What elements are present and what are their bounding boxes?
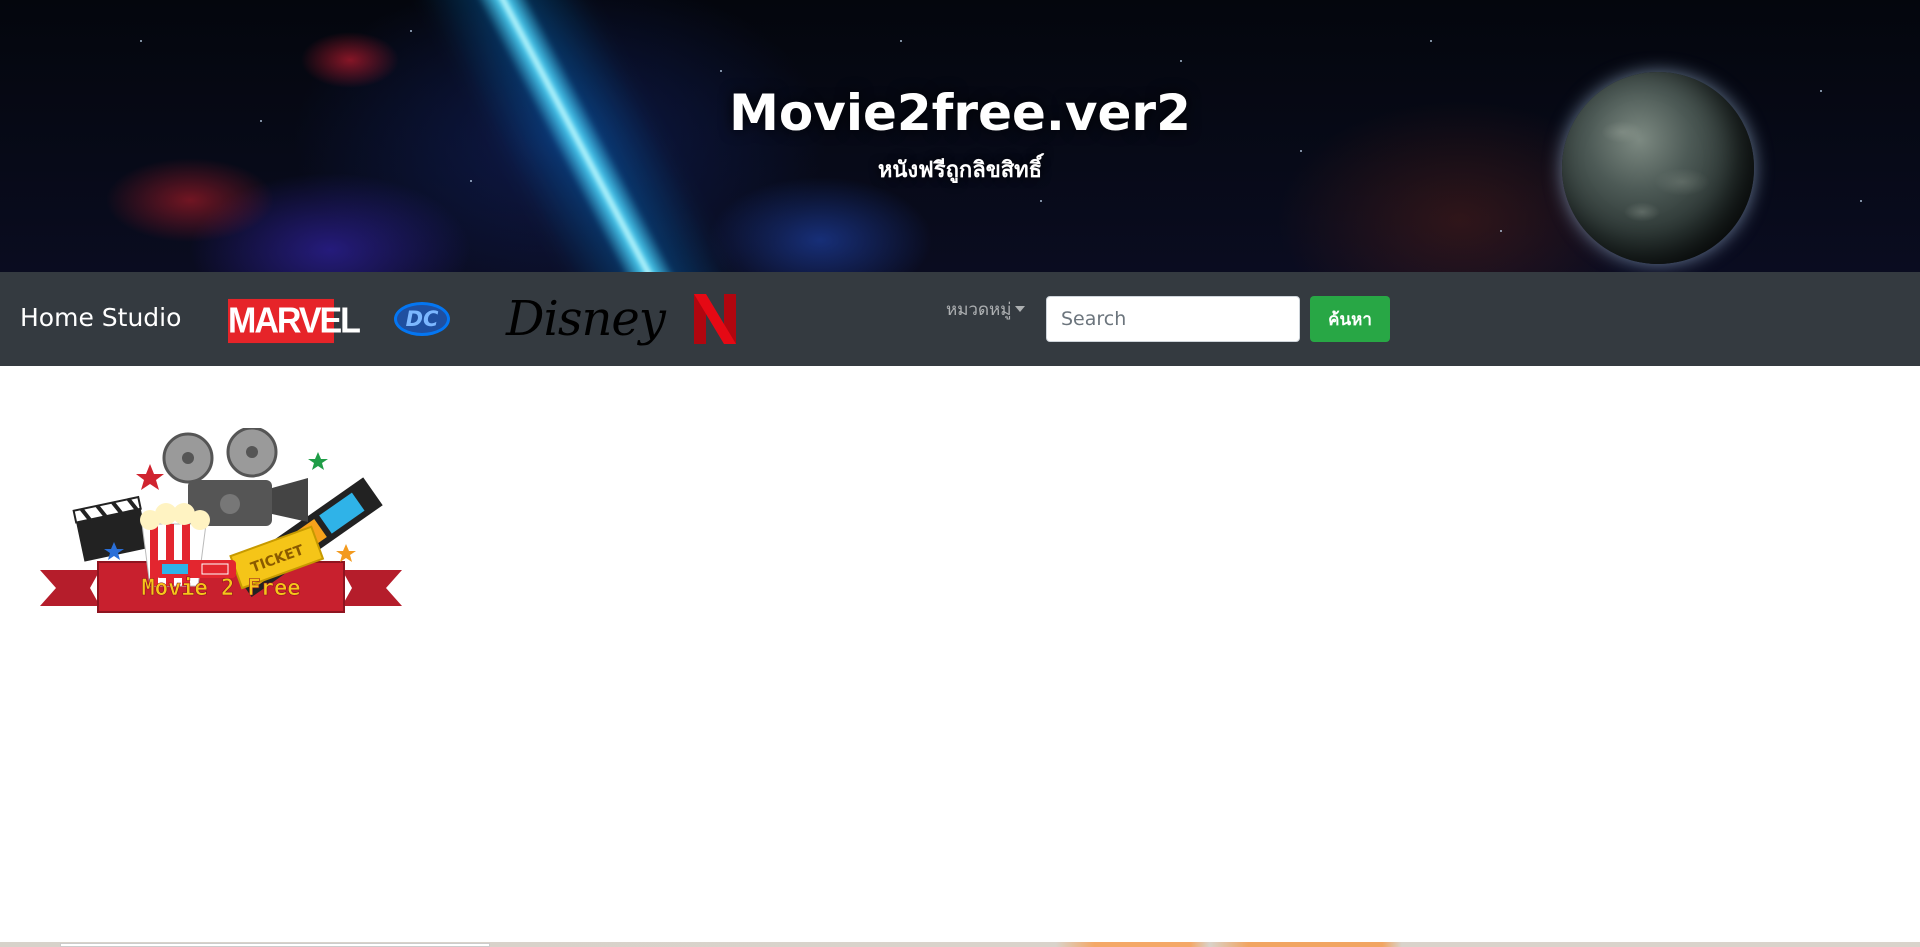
navbar: Home Studio MARVEL DC Disney หมวดหมู่ ค้… (0, 272, 1920, 366)
movie2free-logo: TICKET Movie 2 Free (38, 426, 404, 614)
logo-text: Movie 2 Free (142, 576, 301, 601)
caret-down-icon (1015, 306, 1026, 312)
header-banner: Movie2free.ver2 หนังฟรีถูกลิขสิทธิ์ (0, 0, 1920, 272)
home-studio-link[interactable]: Home Studio (20, 303, 181, 332)
netflix-logo-link[interactable] (692, 292, 738, 346)
movie-camera-logo-icon: TICKET Movie 2 Free (40, 426, 402, 613)
netflix-icon (694, 294, 736, 344)
category-dropdown-label: หมวดหมู่ (946, 300, 1012, 320)
search-button[interactable]: ค้นหา (1310, 296, 1390, 342)
site-title: Movie2free.ver2 (729, 84, 1191, 142)
bottom-element-edge (60, 943, 490, 947)
search-input[interactable] (1046, 296, 1300, 342)
bottom-edge-strip (0, 942, 1920, 947)
dc-logo-link[interactable]: DC (394, 302, 450, 336)
category-dropdown[interactable]: หมวดหมู่ (946, 296, 1026, 323)
marvel-logo-link[interactable]: MARVEL (228, 298, 361, 344)
site-subtitle: หนังฟรีถูกลิขสิทธิ์ (877, 158, 1043, 183)
disney-logo-link[interactable]: Disney (506, 286, 666, 352)
